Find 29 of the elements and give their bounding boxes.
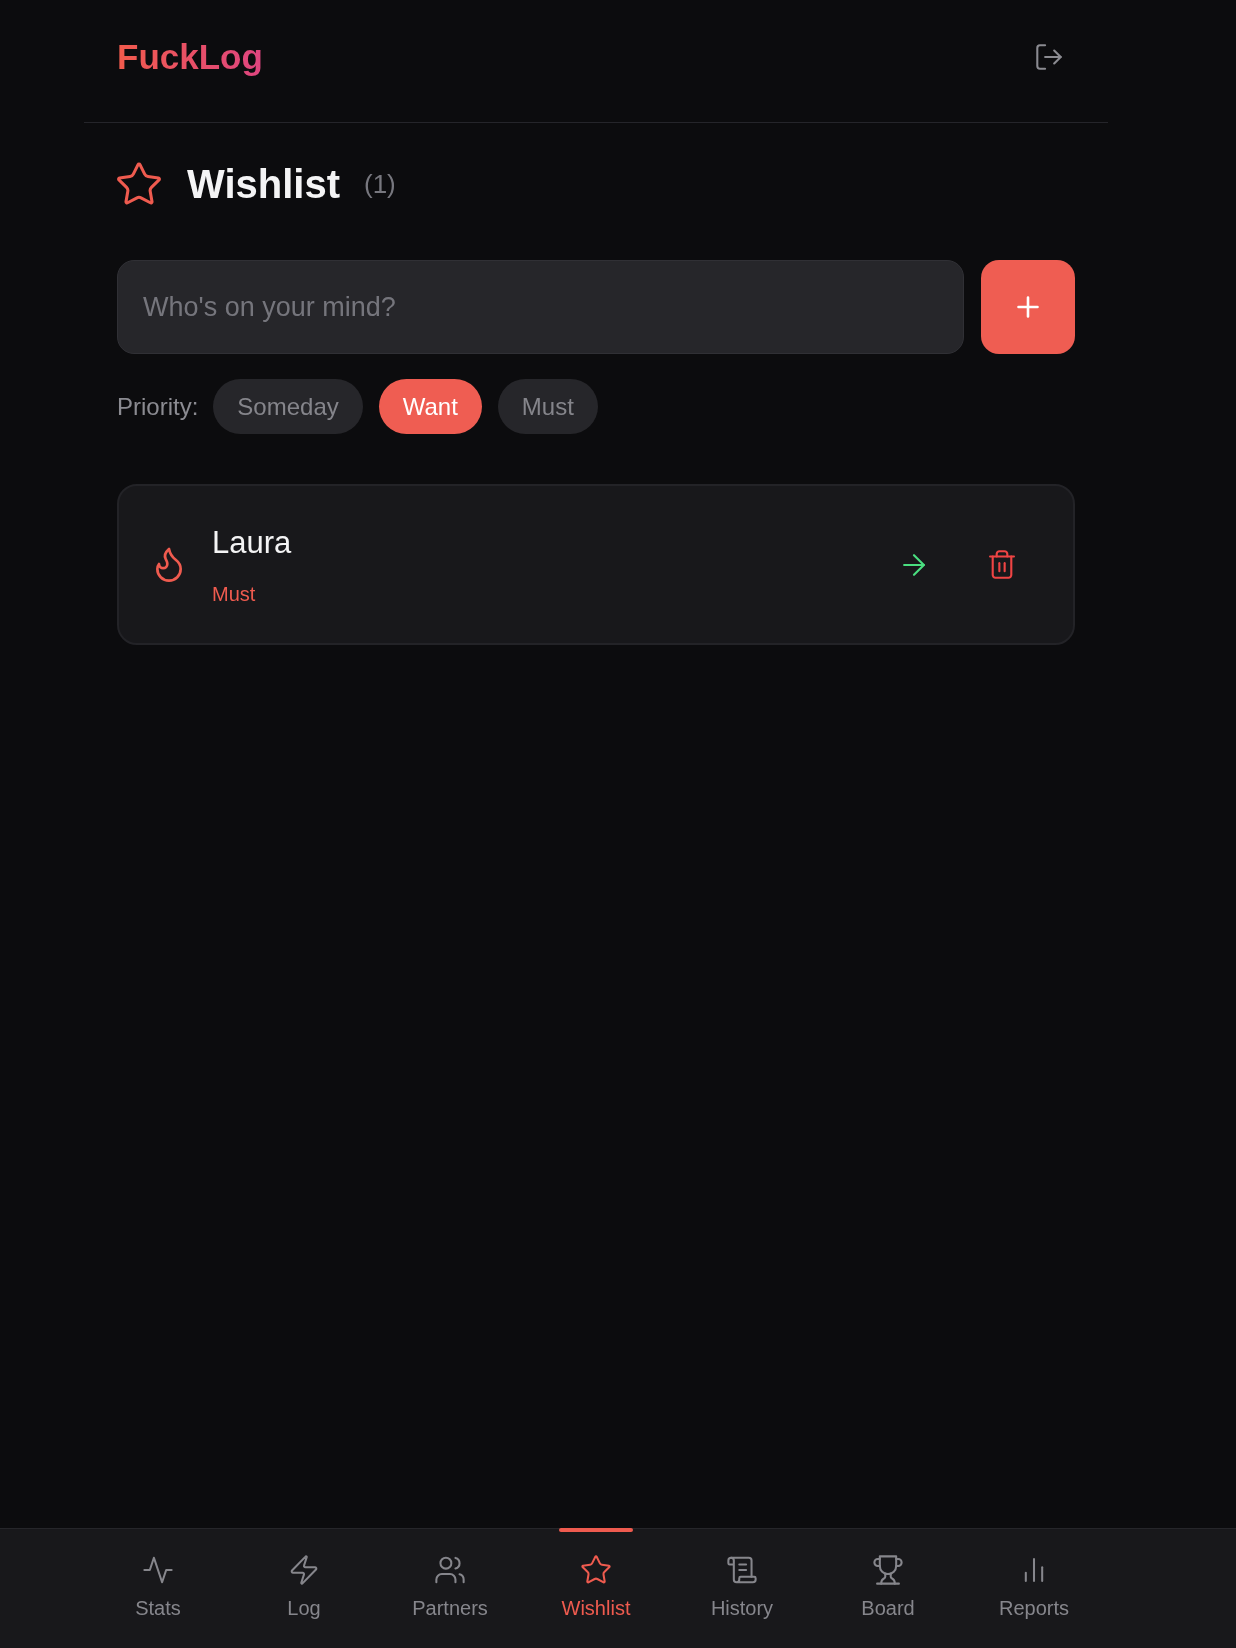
people-icon	[435, 1555, 465, 1585]
arrow-right-icon	[902, 553, 926, 576]
nav-tab[interactable]: Wishlist	[523, 1529, 669, 1648]
name-input-field[interactable]: Who's on your mind?	[117, 260, 964, 354]
trophy-icon	[873, 1555, 903, 1585]
trash-icon	[989, 550, 1015, 579]
priority-label: Priority:	[117, 392, 199, 421]
priority-tag: Must	[212, 581, 256, 606]
priority-chip[interactable]: Must	[497, 379, 598, 434]
wish-name: Laura	[212, 523, 293, 562]
nav-tab[interactable]: Reports	[961, 1529, 1107, 1648]
star-icon	[117, 162, 161, 206]
nav-tab[interactable]: Stats	[85, 1529, 231, 1648]
nav-tab[interactable]: Board	[815, 1529, 961, 1648]
add-button[interactable]	[981, 260, 1075, 354]
plus-icon	[1017, 296, 1039, 318]
page-title: Wishlist	[187, 161, 340, 207]
scroll-icon	[727, 1555, 757, 1585]
item-count: (1)	[364, 168, 396, 201]
lightning-bolt-icon	[289, 1555, 319, 1585]
nav-tab[interactable]: History	[669, 1529, 815, 1648]
nav-tab[interactable]: Partners	[377, 1529, 523, 1648]
flame-icon	[155, 547, 183, 582]
priority-chip[interactable]: Want	[378, 379, 482, 434]
star-icon	[581, 1555, 611, 1585]
logout-icon	[1036, 43, 1062, 70]
pulse-icon	[143, 1555, 173, 1585]
priority-chip[interactable]: Someday	[213, 379, 363, 434]
nav-tab[interactable]: Log	[231, 1529, 377, 1648]
